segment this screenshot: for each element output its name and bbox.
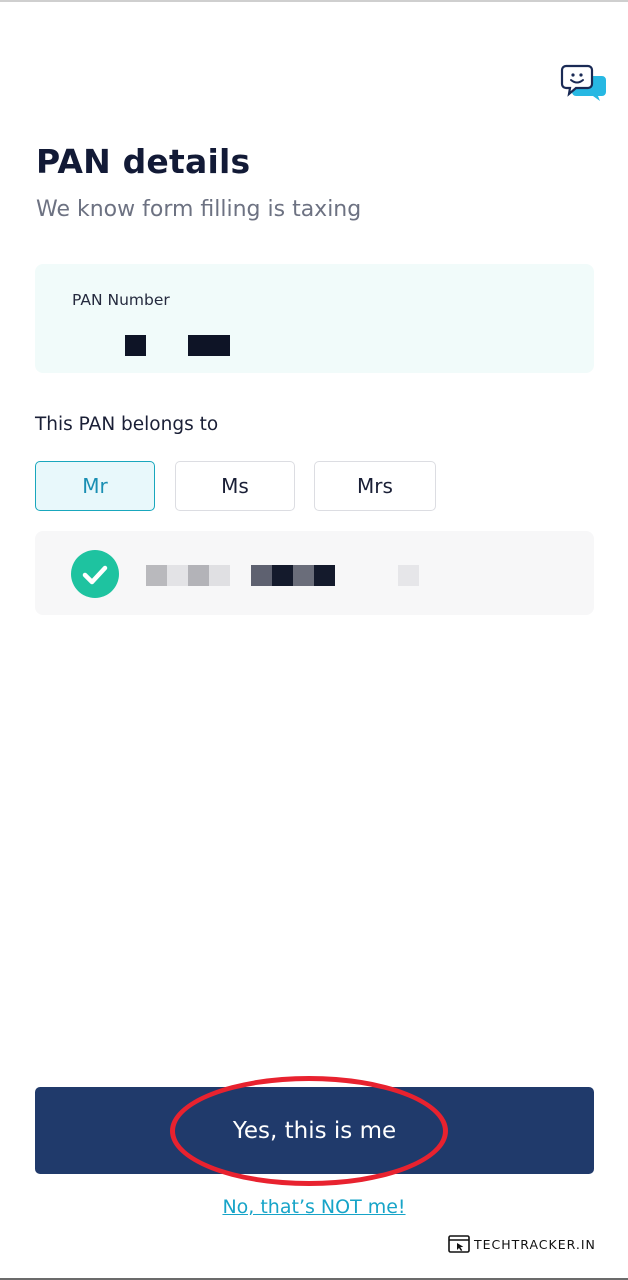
pan-number-label: PAN Number bbox=[72, 291, 170, 309]
pan-details-screen: PAN details We know form filling is taxi… bbox=[0, 0, 628, 1280]
page-subtitle: We know form filling is taxing bbox=[36, 197, 362, 222]
salutation-mr-button[interactable]: Mr bbox=[35, 461, 155, 511]
redaction-block bbox=[209, 565, 230, 586]
salutation-mrs-button[interactable]: Mrs bbox=[314, 461, 436, 511]
check-circle-icon bbox=[71, 550, 119, 598]
confirm-identity-button[interactable]: Yes, this is me bbox=[35, 1087, 594, 1174]
redaction-block bbox=[272, 565, 293, 586]
redaction-block bbox=[125, 335, 146, 356]
watermark: TECHTRACKER.IN bbox=[448, 1234, 596, 1254]
redaction-block bbox=[398, 565, 419, 586]
watermark-text: TECHTRACKER.IN bbox=[474, 1236, 596, 1252]
redaction-block bbox=[251, 565, 272, 586]
redaction-block bbox=[314, 565, 335, 586]
pan-number-redacted bbox=[125, 335, 235, 356]
pan-belongs-label: This PAN belongs to bbox=[35, 414, 219, 435]
redaction-block bbox=[167, 565, 188, 586]
salutation-ms-button[interactable]: Ms bbox=[175, 461, 295, 511]
name-redacted bbox=[145, 565, 425, 586]
chat-support-icon bbox=[560, 64, 606, 101]
redaction-block bbox=[188, 565, 209, 586]
redaction-block bbox=[188, 335, 230, 356]
deny-identity-link[interactable]: No, that’s NOT me! bbox=[0, 1196, 628, 1218]
pan-number-card: PAN Number bbox=[35, 264, 594, 373]
chat-support-button[interactable] bbox=[560, 64, 608, 102]
top-divider bbox=[0, 0, 628, 2]
redaction-block bbox=[146, 565, 167, 586]
page-title: PAN details bbox=[36, 142, 251, 181]
browser-cursor-icon bbox=[448, 1235, 470, 1253]
redaction-block bbox=[293, 565, 314, 586]
name-match-card bbox=[35, 531, 594, 615]
